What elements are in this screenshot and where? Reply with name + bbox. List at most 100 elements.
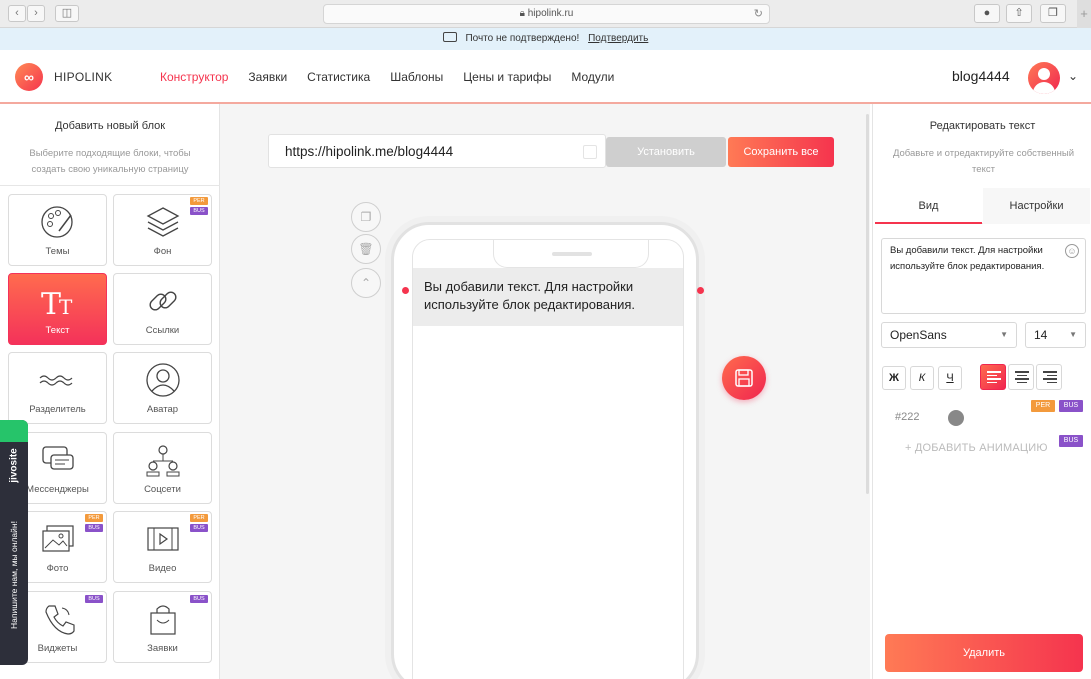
user-avatar[interactable]: [1028, 62, 1060, 94]
share-icon[interactable]: ⇧: [1006, 4, 1032, 23]
notice-text: Почто не подтверждено!: [465, 33, 580, 44]
add-block-panel: Добавить новый блок Выберите подходящие …: [0, 104, 220, 679]
menu-item-modules[interactable]: Модули: [571, 70, 614, 84]
badge-bus: BUS: [190, 595, 208, 603]
badge-bus: BUS: [85, 524, 103, 532]
menu-item-requests[interactable]: Заявки: [248, 70, 287, 84]
new-tab-button[interactable]: +: [1077, 0, 1091, 28]
sidebar-toggle-button[interactable]: ◫: [55, 5, 79, 22]
align-center-button[interactable]: [1008, 364, 1034, 390]
jivosite-chat-widget[interactable]: jivosite Напишите нам, мы онлайн!: [0, 420, 28, 665]
badge-per: PER: [85, 514, 103, 522]
shopping-bag-icon: [114, 600, 211, 638]
email-notice-bar: Почто не подтверждено! Подтвердить: [0, 28, 1091, 50]
main-menu: Конструктор Заявки Статистика Шаблоны Це…: [160, 70, 634, 84]
chevron-down-icon[interactable]: ⌄: [1068, 69, 1078, 83]
edit-text-subtitle: Добавьте и отредактируйте собственный те…: [892, 148, 1075, 175]
color-swatch[interactable]: [948, 410, 964, 426]
font-family-value: OpenSans: [890, 328, 947, 342]
tab-view[interactable]: Вид: [875, 188, 982, 224]
block-tile-requests[interactable]: BUS Заявки: [113, 591, 212, 663]
block-tile-video[interactable]: PER BUS Видео: [113, 511, 212, 583]
block-tile-text[interactable]: TT Текст: [8, 273, 107, 345]
copy-block-icon[interactable]: ❐: [351, 202, 381, 232]
phone-screen: Вы добавили текст. Для настройки использ…: [412, 239, 684, 679]
text-block-content: Вы добавили текст. Для настройки использ…: [424, 279, 636, 312]
logo-text[interactable]: HIPOLINK: [54, 70, 112, 84]
align-right-button[interactable]: [1036, 364, 1062, 390]
page-url-field[interactable]: https://hipolink.me/blog4444: [268, 134, 606, 168]
chat-brand: jivosite: [8, 448, 20, 483]
bold-button[interactable]: Ж: [882, 366, 906, 390]
badge-bus: BUS: [1059, 435, 1083, 447]
block-tile-background[interactable]: PER BUS Фон: [113, 194, 212, 266]
add-animation-link[interactable]: + ДОБАВИТЬ АНИМАЦИЮ: [905, 442, 1048, 454]
link-icon: [114, 282, 211, 320]
page-url-text: https://hipolink.me/blog4444: [285, 144, 454, 159]
back-button[interactable]: ‹: [8, 5, 26, 22]
underline-button[interactable]: Ч: [938, 366, 962, 390]
app-window: ‹ › ◫ 🔒︎ hipolink.ru ↻ ● ⇧ ❐ + Почто не …: [0, 0, 1091, 679]
forward-button[interactable]: ›: [27, 5, 45, 22]
emoji-icon[interactable]: ☺: [1065, 244, 1079, 258]
download-icon[interactable]: ●: [974, 4, 1000, 23]
add-block-subtitle: Выберите подходящие блоки, чтобы создать…: [29, 148, 191, 175]
edit-text-title: Редактировать текст: [929, 120, 1036, 132]
font-size-value: 14: [1034, 328, 1048, 342]
canvas-scrollbar[interactable]: [866, 114, 869, 494]
color-value[interactable]: #222: [895, 411, 919, 423]
delete-button[interactable]: Удалить: [885, 634, 1083, 672]
username[interactable]: blog4444: [952, 68, 1010, 84]
address-bar[interactable]: 🔒︎ hipolink.ru ↻: [323, 4, 770, 24]
block-tile-social[interactable]: Соцсети: [113, 432, 212, 504]
resize-handle-left[interactable]: [402, 287, 409, 294]
lock-icon: 🔒︎: [519, 8, 525, 19]
menu-item-statistics[interactable]: Статистика: [307, 70, 370, 84]
resize-handle-right[interactable]: [697, 287, 704, 294]
edit-tabs: Вид Настройки: [875, 188, 1090, 224]
avatar-body-shape: [1033, 82, 1055, 94]
reload-icon[interactable]: ↻: [754, 5, 763, 23]
chat-message: Напишите нам, мы онлайн!: [9, 521, 19, 629]
phone-notch: [493, 240, 649, 268]
app-header: ∞ HIPOLINK Конструктор Заявки Статистика…: [0, 50, 1091, 104]
floating-save-button[interactable]: [722, 356, 766, 400]
tile-label: Разделитель: [29, 404, 86, 415]
save-all-button[interactable]: Сохранить все: [728, 137, 834, 167]
install-button[interactable]: Установить: [606, 137, 726, 167]
edit-text-panel: Редактировать текст Добавьте и отредакти…: [872, 104, 1091, 679]
font-family-select[interactable]: OpenSans ▼: [881, 322, 1017, 348]
tab-settings[interactable]: Настройки: [983, 188, 1090, 224]
tabs-icon[interactable]: ❐: [1040, 4, 1066, 23]
badge-bus: BUS: [85, 595, 103, 603]
url-checkbox[interactable]: [583, 145, 597, 159]
svg-text:T: T: [41, 287, 61, 320]
menu-item-constructor[interactable]: Конструктор: [160, 70, 228, 84]
menu-item-templates[interactable]: Шаблоны: [390, 70, 443, 84]
block-tile-themes[interactable]: Темы: [8, 194, 107, 266]
align-left-button[interactable]: [980, 364, 1006, 390]
tile-label: Темы: [45, 246, 70, 257]
block-tile-avatar[interactable]: Аватар: [113, 352, 212, 424]
divider: [0, 185, 220, 186]
tile-label: Соцсети: [144, 484, 181, 495]
confirm-link[interactable]: Подтвердить: [588, 33, 648, 44]
font-size-select[interactable]: 14 ▼: [1025, 322, 1086, 348]
badge-per: PER: [190, 514, 208, 522]
address-url: hipolink.ru: [527, 8, 574, 19]
trash-icon[interactable]: 🗑︎: [351, 234, 381, 264]
chevron-up-icon[interactable]: ⌃: [351, 268, 381, 298]
menu-item-prices[interactable]: Цены и тарифы: [463, 70, 551, 84]
italic-button[interactable]: К: [910, 366, 934, 390]
hipolink-logo-icon[interactable]: ∞: [15, 63, 43, 91]
block-tile-links[interactable]: Ссылки: [113, 273, 212, 345]
phone-speaker: [552, 252, 592, 256]
page-canvas: https://hipolink.me/blog4444 Установить …: [220, 104, 870, 679]
chevron-down-icon: ▼: [1000, 330, 1008, 339]
block-tile-divider[interactable]: Разделитель: [8, 352, 107, 424]
text-block-preview[interactable]: Вы добавили текст. Для настройки использ…: [413, 268, 683, 326]
floppy-disk-icon: [735, 369, 753, 387]
text-content-input[interactable]: Вы добавили текст. Для настройки использ…: [881, 238, 1086, 314]
add-block-title: Добавить новый блок: [54, 120, 166, 132]
tile-label: Аватар: [146, 404, 179, 415]
